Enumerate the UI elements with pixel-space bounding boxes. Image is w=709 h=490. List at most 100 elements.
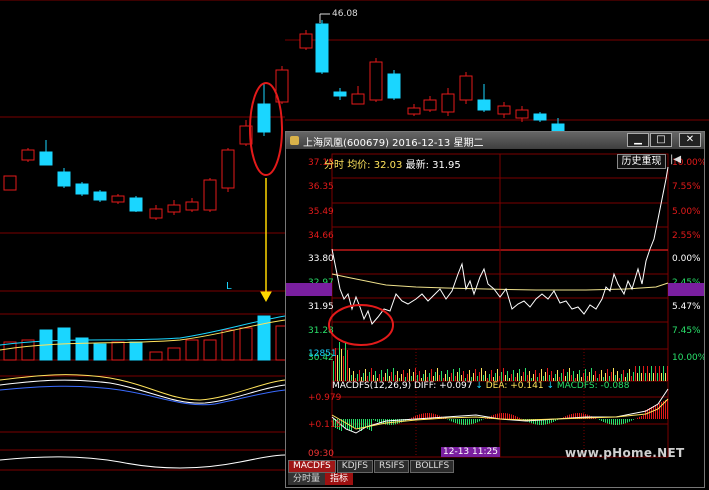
intraday-volume-bar bbox=[583, 373, 584, 381]
intraday-volume-bar bbox=[445, 374, 446, 381]
macd-bar bbox=[373, 419, 374, 421]
intraday-volume-bar bbox=[647, 366, 648, 381]
macd-bar bbox=[503, 413, 504, 419]
intraday-volume-bar bbox=[401, 374, 402, 381]
app-icon bbox=[290, 136, 299, 145]
macd-bar bbox=[385, 419, 386, 425]
macd-bar bbox=[613, 419, 614, 425]
dea-arrow-icon: ↓ bbox=[546, 381, 554, 391]
intraday-grid bbox=[332, 154, 668, 457]
percent-tick-label: 7.45% bbox=[672, 326, 701, 336]
macd-bar bbox=[453, 419, 454, 423]
intraday-volume-bar bbox=[573, 371, 574, 381]
daily-candle bbox=[185, 198, 199, 212]
intraday-volume-bar bbox=[519, 369, 520, 381]
macd-bar bbox=[621, 419, 622, 425]
intraday-volume-bar bbox=[591, 368, 592, 381]
intraday-volume-bar bbox=[653, 373, 654, 381]
intraday-volume-bar bbox=[459, 368, 460, 381]
macd-bar bbox=[601, 419, 602, 422]
daily-volume-bar bbox=[129, 341, 143, 361]
window-titlebar[interactable]: 上海凤凰(600679) 2016-12-13 星期二 ▁ □ ✕ bbox=[286, 132, 704, 149]
intraday-volume-bar bbox=[517, 373, 518, 381]
indicator-tabs: MACDFS KDJFS RSIFS BOLLFS bbox=[288, 460, 455, 473]
daily-candle bbox=[351, 86, 365, 105]
intraday-volume-bar bbox=[467, 374, 468, 381]
macd-bar bbox=[505, 413, 506, 419]
maximize-button[interactable]: □ bbox=[650, 133, 672, 147]
macd-bar bbox=[457, 419, 458, 424]
tab-bollfs[interactable]: BOLLFS bbox=[410, 460, 455, 473]
intraday-volume-bar bbox=[397, 371, 398, 381]
intraday-volume-bar bbox=[419, 371, 420, 381]
intraday-volume-bar bbox=[667, 366, 668, 381]
minimize-button[interactable]: ▁ bbox=[627, 133, 649, 147]
intraday-volume-bar bbox=[627, 373, 628, 381]
intraday-volume-bar bbox=[605, 373, 606, 381]
macd-bar bbox=[643, 415, 644, 419]
intraday-volume-bar bbox=[601, 370, 602, 381]
intraday-volume-bar bbox=[535, 370, 536, 381]
tab-indicator[interactable]: 指标 bbox=[325, 473, 354, 485]
daily-indicator-lines bbox=[0, 374, 286, 469]
intraday-volume-bar bbox=[661, 373, 662, 381]
price-tick-label: 36.35 bbox=[308, 182, 334, 192]
tab-macdfs[interactable]: MACDFS bbox=[288, 460, 336, 473]
intraday-volume-bar bbox=[381, 370, 382, 381]
intraday-volume-bar bbox=[645, 373, 646, 381]
intraday-volume-bar bbox=[629, 369, 630, 381]
intraday-volume-bar bbox=[447, 370, 448, 381]
daily-candle bbox=[75, 182, 89, 196]
intraday-volume-bar bbox=[375, 371, 376, 381]
macd-bar bbox=[603, 419, 604, 422]
price-tick-label: 35.49 bbox=[308, 207, 334, 217]
volume-label: 12851 bbox=[308, 349, 337, 359]
diff-value: +0.097 bbox=[439, 381, 473, 391]
daily-candle bbox=[21, 148, 35, 162]
macd-bar bbox=[653, 406, 654, 419]
intraday-volume-bar bbox=[489, 374, 490, 381]
intraday-volume-bar bbox=[481, 368, 482, 381]
daily-volume-bar bbox=[75, 337, 89, 361]
percent-tick-label: 0.00% bbox=[672, 254, 701, 264]
intraday-volume-bar bbox=[407, 373, 408, 381]
daily-volume-bar bbox=[111, 341, 125, 361]
history-back-icon[interactable]: |◀ bbox=[670, 154, 681, 165]
intraday-volume-bar bbox=[539, 373, 540, 381]
intraday-volume-bar bbox=[547, 368, 548, 381]
macd-bar bbox=[615, 419, 616, 425]
daily-candle bbox=[315, 20, 329, 74]
close-button[interactable]: ✕ bbox=[679, 133, 701, 147]
tab-rsifs[interactable]: RSIFS bbox=[373, 460, 410, 473]
intraday-volume-bar bbox=[611, 372, 612, 381]
intraday-volume-bar bbox=[347, 350, 348, 381]
price-tick-label: 34.66 bbox=[308, 231, 334, 241]
tab-kdjfs[interactable]: KDJFS bbox=[336, 460, 373, 473]
intraday-volume-bar bbox=[341, 349, 342, 381]
intraday-volume-bar bbox=[649, 373, 650, 381]
tab-volume[interactable]: 分时量 bbox=[288, 473, 326, 485]
intraday-volume-bar bbox=[453, 369, 454, 381]
history-replay-button[interactable]: 历史重现 bbox=[617, 154, 666, 169]
mode-label: 分时 bbox=[324, 160, 344, 171]
intraday-volume-bar bbox=[623, 370, 624, 381]
history-replay-window[interactable]: 上海凤凰(600679) 2016-12-13 星期二 ▁ □ ✕ 37.18 3… bbox=[285, 131, 705, 488]
macd-bar bbox=[639, 416, 640, 419]
macd-bar bbox=[517, 416, 518, 419]
macd-bar bbox=[637, 417, 638, 419]
daily-volume-bar bbox=[221, 329, 235, 361]
intraday-volume-bar bbox=[613, 368, 614, 381]
daily-candle bbox=[441, 88, 455, 116]
intraday-volume-bar bbox=[333, 361, 334, 381]
intraday-volume-bar bbox=[579, 370, 580, 381]
intraday-volume-bar bbox=[363, 373, 364, 381]
percent-tick-label: 2.55% bbox=[672, 231, 701, 241]
macd-bar bbox=[387, 419, 388, 425]
intraday-volume-bar bbox=[643, 366, 644, 381]
macd-bar bbox=[485, 418, 486, 419]
daily-volume-bar bbox=[239, 327, 253, 361]
macd-axis-top: +0.979 bbox=[308, 393, 342, 403]
daily-candle bbox=[93, 190, 107, 202]
macd-bar bbox=[467, 419, 468, 425]
macd-bar bbox=[513, 415, 514, 419]
